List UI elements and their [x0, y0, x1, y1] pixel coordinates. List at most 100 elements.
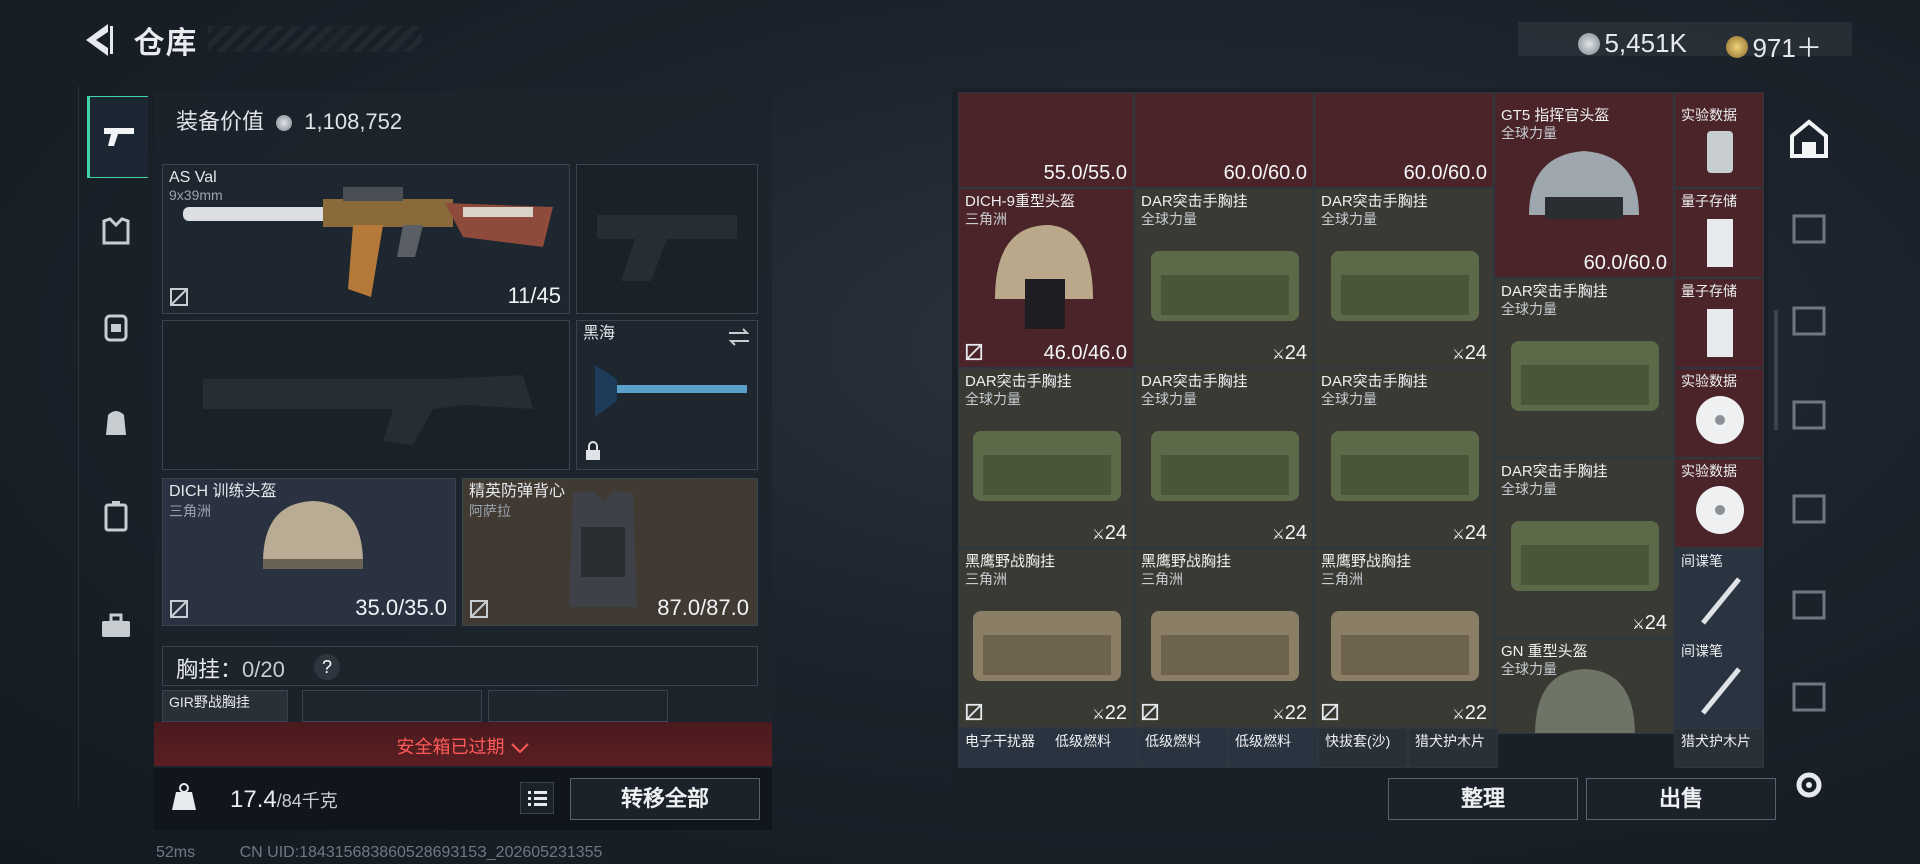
stash-grid: 55.0/55.0 60.0/60.0 60.0/60.0 GT5 指挥官头盔 …: [958, 92, 1768, 768]
durability: 60.0/60.0: [1223, 162, 1307, 184]
rig-slot-empty[interactable]: [302, 690, 482, 722]
stash-cell-partial[interactable]: 猎犬护木片: [1674, 728, 1764, 768]
stash-cell-dar-rig[interactable]: DAR突击手胸挂 全球力量 ⚔24: [1134, 188, 1314, 368]
item-name: DICH-9重型头盔: [965, 193, 1076, 210]
secondary-rifle-slot[interactable]: [162, 320, 570, 470]
item-name: GT5 指挥官头盔: [1501, 107, 1610, 124]
stash-cell-partial[interactable]: 低级燃料: [1048, 728, 1138, 768]
stash-cell-dar-rig[interactable]: DAR突击手胸挂 全球力量 ⚔24: [1494, 458, 1674, 638]
stash-cell-blackhawk-rig[interactable]: 黑鹰野战胸挂 三角洲 ⚔22: [1134, 548, 1314, 728]
stash-cell[interactable]: 60.0/60.0: [1134, 92, 1314, 188]
uid: CN UID:18431568386052869315З_20260523135…: [239, 844, 603, 861]
no-insure-icon: [1141, 703, 1159, 721]
tab-toolbox[interactable]: [87, 586, 145, 666]
stash-cell[interactable]: 55.0/55.0: [958, 92, 1134, 188]
stash-cell-dar-rig[interactable]: DAR突击手胸挂 全球力量 ⚔24: [958, 368, 1134, 548]
stash-page-icon[interactable]: [1788, 584, 1830, 626]
chest-rig-image: [1331, 251, 1479, 321]
stash-cell-partial[interactable]: 低级燃料: [1228, 728, 1318, 768]
silver-coin-icon: [1578, 32, 1600, 55]
ammo-count: 11/45: [507, 283, 561, 308]
chest-rig-label: 胸挂：0/20: [176, 652, 285, 684]
chevron-down-icon: [510, 743, 529, 754]
stash-cell-small[interactable]: 量子存储: [1674, 188, 1764, 278]
helmet-slot[interactable]: DICH 训练头盔 三角洲 35.0/35.0: [162, 478, 456, 626]
stash-cell-gn-helmet[interactable]: GN 重型头盔 全球力量: [1494, 638, 1674, 734]
helmet-durability: 35.0/35.0: [355, 595, 447, 620]
tab-armor[interactable]: [87, 192, 145, 272]
no-insure-icon: [965, 703, 983, 721]
sell-button[interactable]: 出售: [1586, 778, 1776, 820]
stash-cell-gt5-helmet[interactable]: GT5 指挥官头盔 全球力量 60.0/60.0: [1494, 92, 1674, 278]
stash-cell-blackhawk-rig[interactable]: 黑鹰野战胸挂 三角洲 ⚔22: [1314, 548, 1494, 728]
rig-slot-empty[interactable]: [488, 690, 668, 722]
stash-cell-small[interactable]: 间谍笔: [1674, 548, 1764, 638]
stash-cell-dar-rig[interactable]: DAR突击手胸挂 全球力量: [1494, 278, 1674, 458]
helmet-image: [263, 501, 363, 569]
capacity: ⚔22: [1092, 702, 1127, 724]
sort-button[interactable]: 整理: [1388, 778, 1578, 820]
chest-rig-image: [1331, 611, 1479, 681]
pistol-icon: [104, 128, 134, 146]
settings-gear-icon[interactable]: [1788, 764, 1830, 806]
weight-max: /84千克: [276, 791, 338, 811]
transfer-all-button[interactable]: 转移全部: [570, 778, 760, 820]
stash-cell-partial[interactable]: 低级燃料: [1138, 728, 1228, 768]
secondary-weapon-slot[interactable]: [576, 164, 758, 314]
item-faction: 全球力量: [1321, 391, 1377, 407]
melee-slot[interactable]: 黑海: [576, 320, 758, 470]
stash-cell-dich9[interactable]: DICH-9重型头盔 三角洲 46.0/46.0: [958, 188, 1134, 368]
swap-icon[interactable]: [727, 327, 751, 347]
page-title: 仓库: [134, 27, 198, 60]
stash-cell-small[interactable]: 实验数据: [1674, 368, 1764, 458]
help-icon[interactable]: ?: [314, 654, 340, 680]
case-icon: [104, 501, 128, 532]
item-name: 实验数据: [1681, 463, 1737, 479]
stash-cell-small[interactable]: 实验数据: [1674, 458, 1764, 548]
back-arrow-icon[interactable]: [78, 20, 114, 60]
stash-page-icon[interactable]: [1788, 300, 1830, 342]
durability: 46.0/46.0: [1043, 342, 1127, 364]
stash-cell-dar-rig[interactable]: DAR突击手胸挂 全球力量 ⚔24: [1314, 188, 1494, 368]
tab-pouch[interactable]: [87, 382, 145, 462]
item-faction: 三角洲: [1141, 571, 1183, 587]
stash-cell-small[interactable]: 实验数据: [1674, 92, 1764, 188]
item-name: DAR突击手胸挂: [1141, 373, 1248, 390]
weight-icon: [172, 783, 196, 810]
stash-cell-blackhawk-rig[interactable]: 黑鹰野战胸挂 三角洲 ⚔22: [958, 548, 1134, 728]
vest-slot[interactable]: 精英防弹背心 阿萨拉 87.0/87.0: [462, 478, 758, 626]
stash-cell-partial[interactable]: 猎犬护木片: [1408, 728, 1498, 768]
warehouse-icon[interactable]: [1788, 118, 1830, 160]
primary-weapon-slot[interactable]: AS Val 9x39mm 11/45: [162, 164, 570, 314]
stash-page-icon[interactable]: [1788, 394, 1830, 436]
status-bar: 52ms CN UID:18431568386052869315З_202605…: [78, 844, 602, 862]
tab-backpack[interactable]: [87, 286, 145, 366]
value-label: 装备价值: [176, 109, 265, 134]
stash-page-icon[interactable]: [1788, 676, 1830, 718]
item-name: 猎犬护木片: [1681, 733, 1751, 749]
stash-cell-partial[interactable]: 快拔套(沙): [1318, 728, 1408, 768]
currency-b[interactable]: 971＋: [1752, 33, 1821, 63]
rig-item[interactable]: GIR野战胸挂: [162, 690, 288, 722]
stash-cell-dar-rig[interactable]: DAR突击手胸挂 全球力量 ⚔24: [1314, 368, 1494, 548]
stash-page-icon[interactable]: [1788, 488, 1830, 530]
list-icon[interactable]: [520, 782, 554, 814]
safe-box-banner[interactable]: 安全箱已过期: [154, 722, 772, 766]
item-faction: 全球力量: [1141, 391, 1197, 407]
item-faction: 三角洲: [965, 571, 1007, 587]
stash-cell-partial[interactable]: 电子干扰器: [958, 728, 1048, 768]
item-name: 猎犬护木片: [1415, 733, 1485, 749]
chest-label-text: 胸挂：: [176, 657, 243, 682]
stash-cell-small[interactable]: 间谍笔: [1674, 638, 1764, 734]
tab-weapons[interactable]: [87, 96, 148, 178]
stash-page-icon[interactable]: [1788, 208, 1830, 250]
stash-cell-dar-rig[interactable]: DAR突击手胸挂 全球力量 ⚔24: [1134, 368, 1314, 548]
stash-cell[interactable]: 60.0/60.0: [1314, 92, 1494, 188]
item-name: 快拔套(沙): [1325, 733, 1391, 749]
stash-cell-small[interactable]: 量子存储: [1674, 278, 1764, 368]
tab-case[interactable]: [87, 476, 145, 556]
silver-coin-icon: [276, 115, 293, 132]
item-name: 黑鹰野战胸挂: [965, 553, 1056, 570]
item-name: DAR突击手胸挂: [1501, 463, 1608, 480]
item-name: 实验数据: [1681, 107, 1737, 123]
